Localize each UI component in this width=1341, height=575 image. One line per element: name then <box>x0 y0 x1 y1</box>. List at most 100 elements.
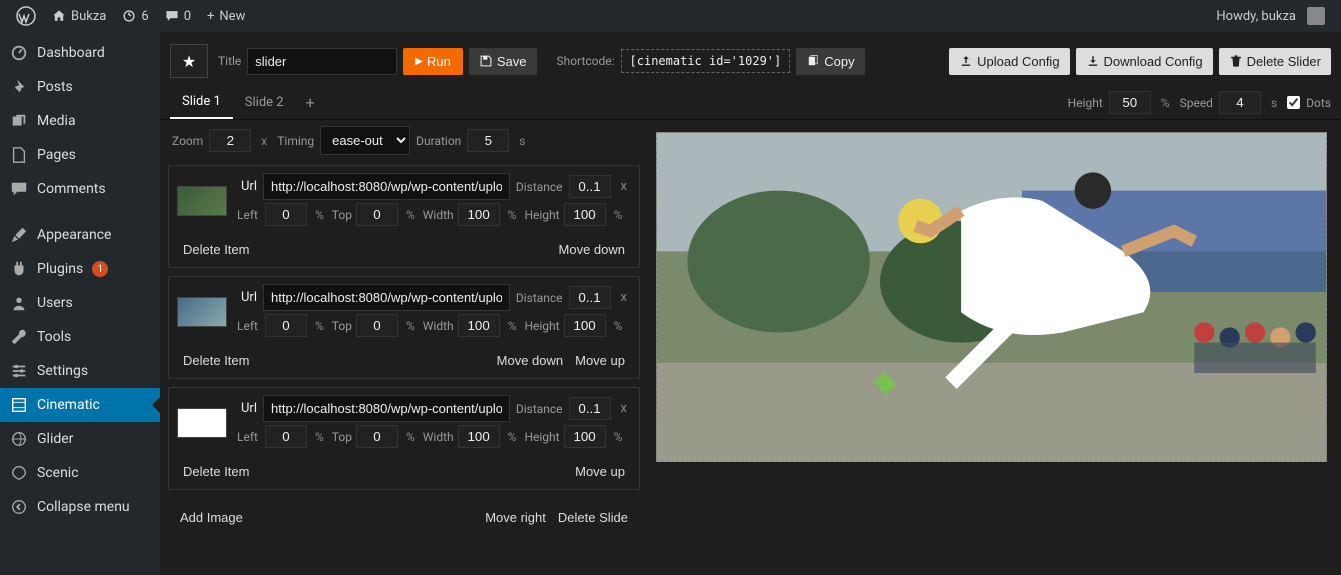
sidebar-item-media[interactable]: Media <box>0 104 160 138</box>
delete-item-button[interactable]: Delete Item <box>177 238 255 261</box>
upload-icon <box>959 54 973 68</box>
width-input[interactable] <box>458 203 500 226</box>
left-input[interactable] <box>265 203 307 226</box>
duration-input[interactable] <box>467 129 509 152</box>
delete-slider-button[interactable]: Delete Slider <box>1219 48 1331 75</box>
s-unit: s <box>1267 96 1281 110</box>
item-editor: Zoom x Timing ease-out Duration s <box>160 120 648 575</box>
url-input[interactable] <box>263 284 510 311</box>
sidebar-item-cinematic[interactable]: Cinematic <box>0 388 160 422</box>
slide-preview[interactable] <box>656 132 1327 462</box>
move-down-button[interactable]: Move down <box>553 238 631 261</box>
item-thumbnail[interactable] <box>177 408 227 438</box>
run-button[interactable]: Run <box>403 48 463 75</box>
sidebar-item-posts[interactable]: Posts <box>0 70 160 104</box>
brush-icon <box>10 226 28 244</box>
width-input[interactable] <box>458 314 500 337</box>
item-thumbnail[interactable] <box>177 186 227 216</box>
width-input[interactable] <box>458 425 500 448</box>
preview-panel <box>648 120 1341 575</box>
pin-icon <box>10 78 28 96</box>
cinematic-logo <box>170 44 208 78</box>
distance-input[interactable] <box>569 286 611 309</box>
distance-input[interactable] <box>569 175 611 198</box>
height-input[interactable] <box>564 425 606 448</box>
wp-logo[interactable] <box>8 6 44 26</box>
sidebar-item-glider[interactable]: Glider <box>0 422 160 456</box>
move-right-button[interactable]: Move right <box>479 506 552 529</box>
height-label: Height <box>1068 96 1103 110</box>
title-input[interactable] <box>247 48 397 75</box>
film-icon <box>10 396 28 414</box>
zoom-input[interactable] <box>209 129 251 152</box>
collapse-icon <box>10 498 28 516</box>
left-input[interactable] <box>265 314 307 337</box>
item-thumbnail[interactable] <box>177 297 227 327</box>
sidebar-item-settings[interactable]: Settings <box>0 354 160 388</box>
duration-label: Duration <box>416 134 461 148</box>
upload-config-button[interactable]: Upload Config <box>949 48 1069 75</box>
timing-label: Timing <box>277 134 314 148</box>
top-input[interactable] <box>356 203 398 226</box>
speed-input[interactable] <box>1219 91 1261 114</box>
add-image-button[interactable]: Add Image <box>174 506 249 529</box>
add-slide-button[interactable]: + <box>296 87 325 118</box>
sidebar-item-collapse[interactable]: Collapse menu <box>0 490 160 524</box>
zoom-label: Zoom <box>172 134 203 148</box>
comment-icon <box>10 180 28 198</box>
height-input[interactable] <box>564 203 606 226</box>
new-content[interactable]: +New <box>199 9 253 24</box>
site-home[interactable]: Bukza <box>44 9 114 24</box>
sidebar-item-users[interactable]: Users <box>0 286 160 320</box>
main-content: Title Run Save Shortcode: [cinematic id=… <box>160 32 1341 575</box>
dots-checkbox[interactable] <box>1287 96 1300 109</box>
save-icon <box>479 54 493 68</box>
left-input[interactable] <box>265 425 307 448</box>
url-input[interactable] <box>263 395 510 422</box>
top-input[interactable] <box>356 314 398 337</box>
image-item: Url Distance x Left% Top% Width% Height% <box>168 165 640 268</box>
shortcode-label: Shortcode: <box>557 54 615 68</box>
howdy-user[interactable]: Howdy, bukza <box>1208 7 1333 25</box>
move-down-button[interactable]: Move down <box>491 349 569 372</box>
sidebar-item-appearance[interactable]: Appearance <box>0 218 160 252</box>
page-icon <box>10 146 28 164</box>
tab-slide-2[interactable]: Slide 2 <box>233 87 296 118</box>
sidebar-item-scenic[interactable]: Scenic <box>0 456 160 490</box>
height-input[interactable] <box>1109 91 1151 114</box>
url-input[interactable] <box>263 173 510 200</box>
image-item: Url Distance x Left% Top% Width% Height% <box>168 276 640 379</box>
top-input[interactable] <box>356 425 398 448</box>
dots-label: Dots <box>1306 96 1331 110</box>
timing-select[interactable]: ease-out <box>320 126 410 155</box>
sidebar-item-dashboard[interactable]: Dashboard <box>0 36 160 70</box>
title-label: Title <box>218 54 241 68</box>
save-button[interactable]: Save <box>469 48 537 75</box>
delete-item-button[interactable]: Delete Item <box>177 460 255 483</box>
plus-icon: + <box>207 9 214 24</box>
image-item: Url Distance x Left% Top% Width% Height% <box>168 387 640 490</box>
sidebar-item-comments[interactable]: Comments <box>0 172 160 206</box>
delete-item-button[interactable]: Delete Item <box>177 349 255 372</box>
avatar <box>1307 7 1325 25</box>
sidebar-item-pages[interactable]: Pages <box>0 138 160 172</box>
download-config-button[interactable]: Download Config <box>1076 48 1213 75</box>
shortcode-value[interactable]: [cinematic id='1029'] <box>621 49 791 73</box>
speed-label: Speed <box>1180 96 1213 110</box>
globe-icon <box>10 430 28 448</box>
plug-icon <box>10 260 28 278</box>
plugins-badge: 1 <box>92 261 108 277</box>
tab-slide-1[interactable]: Slide 1 <box>170 86 233 119</box>
height-input[interactable] <box>564 314 606 337</box>
move-up-button[interactable]: Move up <box>569 460 631 483</box>
move-up-button[interactable]: Move up <box>569 349 631 372</box>
sidebar-item-tools[interactable]: Tools <box>0 320 160 354</box>
comments-count[interactable]: 0 <box>157 9 199 24</box>
copy-button[interactable]: Copy <box>796 48 864 75</box>
editor-toolbar: Title Run Save Shortcode: [cinematic id=… <box>160 32 1341 86</box>
sidebar-item-plugins[interactable]: Plugins1 <box>0 252 160 286</box>
delete-slide-button[interactable]: Delete Slide <box>552 506 634 529</box>
distance-input[interactable] <box>569 397 611 420</box>
download-icon <box>1086 54 1100 68</box>
updates[interactable]: 6 <box>114 9 156 24</box>
